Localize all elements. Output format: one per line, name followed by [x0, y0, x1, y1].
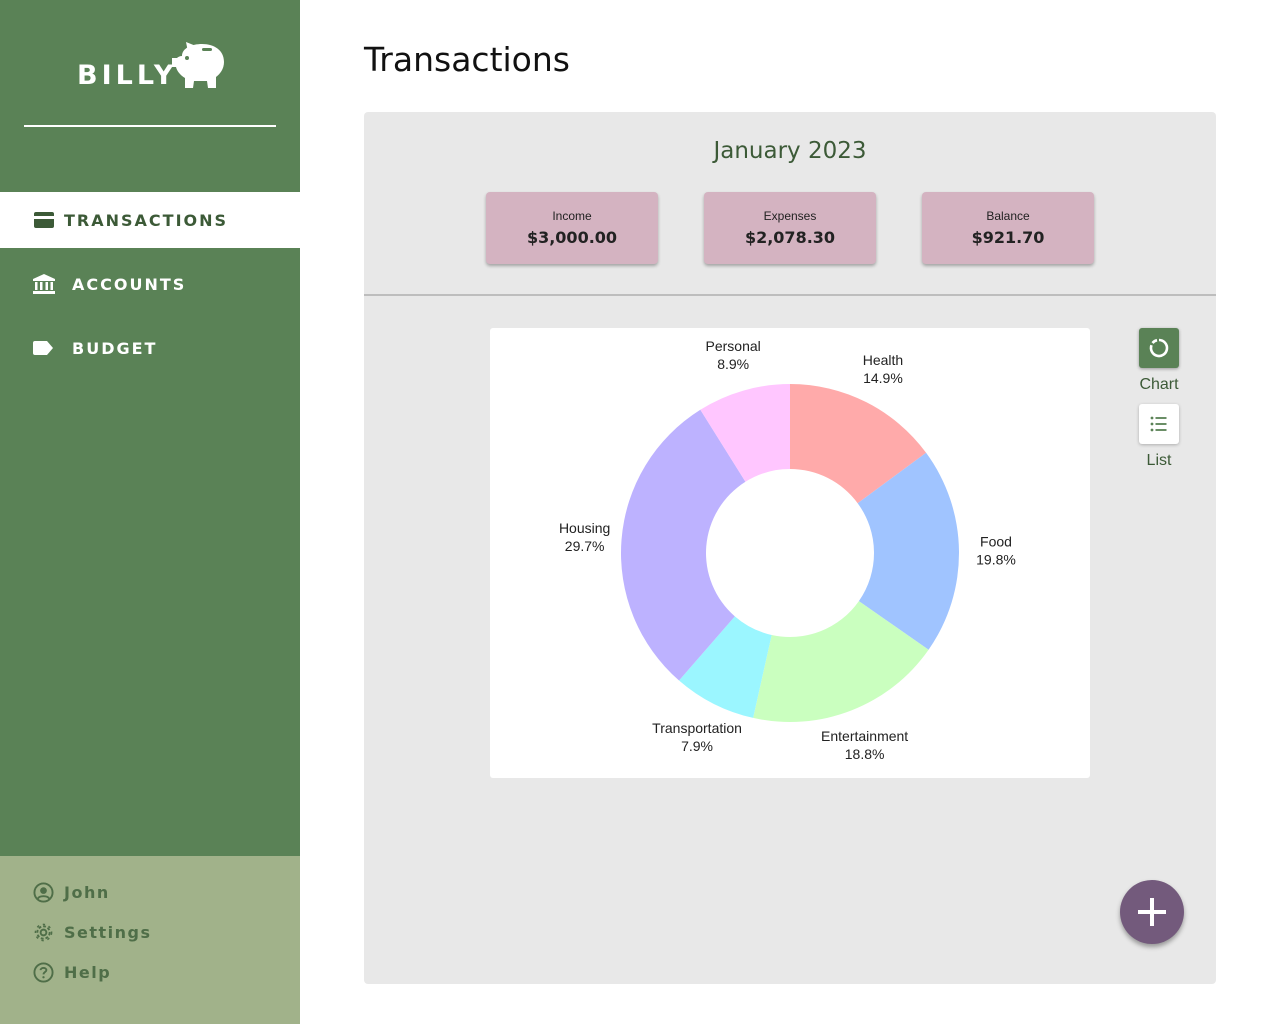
piggy-bank-icon [172, 42, 224, 88]
slice-value-housing: 29.7% [565, 538, 605, 554]
chart-card: Health 14.9% Food 19.8% Entertainment 18.8% Tr… [490, 328, 1090, 778]
slice-label-entertainment: Entertainment [821, 728, 908, 744]
expenses-label: Expenses [763, 209, 817, 223]
slice-value-transportation: 7.9% [681, 738, 713, 754]
slice-label-housing: Housing [559, 520, 610, 536]
balance-card: Balance $921.70 [922, 192, 1094, 264]
nav-label-accounts: ACCOUNTS [72, 275, 187, 294]
help-circle-icon [33, 962, 54, 983]
nav-item-transactions[interactable]: TRANSACTIONS [0, 192, 300, 248]
slice-value-health: 14.9% [863, 370, 903, 386]
balance-value: $921.70 [971, 228, 1045, 247]
slice-label-personal: Personal [706, 338, 761, 354]
help-label: Help [64, 963, 112, 982]
nav-item-budget[interactable]: BUDGET [0, 320, 300, 376]
list-icon [1150, 416, 1167, 432]
slice-label-food: Food [980, 533, 1012, 549]
list-view-button[interactable] [1139, 404, 1179, 444]
nav-label-budget: BUDGET [72, 339, 158, 358]
sidebar: BILLY TRANSACTIONS ACCOUNTS BUDGET John … [0, 0, 300, 1024]
nav-item-accounts[interactable]: ACCOUNTS [0, 256, 300, 312]
brand-divider [24, 125, 276, 127]
settings-label: Settings [64, 923, 152, 942]
user-circle-icon [33, 882, 54, 903]
brand-name: BILLY [77, 60, 178, 91]
page-title: Transactions [364, 40, 570, 79]
expenses-value: $2,078.30 [744, 228, 836, 247]
tag-icon [33, 341, 53, 355]
expenses-card: Expenses $2,078.30 [704, 192, 876, 264]
brand: BILLY [0, 0, 300, 130]
income-card: Income $3,000.00 [486, 192, 658, 264]
balance-label: Balance [986, 209, 1030, 223]
slice-value-food: 19.8% [976, 551, 1016, 567]
donut-chart-icon [1149, 338, 1169, 358]
panel-divider [364, 294, 1216, 296]
slice-label-transportation: Transportation [652, 720, 742, 736]
slice-label-health: Health [863, 352, 903, 368]
chart-view-label: Chart [1139, 376, 1179, 393]
chart-view-button[interactable] [1139, 328, 1179, 368]
add-transaction-button[interactable] [1120, 880, 1184, 944]
donut-chart: Health 14.9% Food 19.8% Entertainment 18.8% Tr… [559, 338, 1016, 762]
bank-icon [33, 274, 55, 294]
nav-label-transactions: TRANSACTIONS [64, 211, 229, 230]
month-label: January 2023 [713, 138, 867, 164]
credit-card-icon [34, 212, 54, 228]
gear-icon [34, 923, 53, 942]
transactions-panel: January 2023 Income $3,000.00 Expenses $… [364, 112, 1216, 984]
slice-value-entertainment: 18.8% [845, 746, 885, 762]
income-value: $3,000.00 [526, 228, 618, 247]
slice-value-personal: 8.9% [717, 356, 749, 372]
user-name: John [64, 883, 110, 902]
income-label: Income [552, 209, 592, 223]
plus-icon [1138, 898, 1166, 926]
user-panel: John Settings Help [0, 856, 300, 1024]
list-view-label: List [1146, 452, 1172, 469]
